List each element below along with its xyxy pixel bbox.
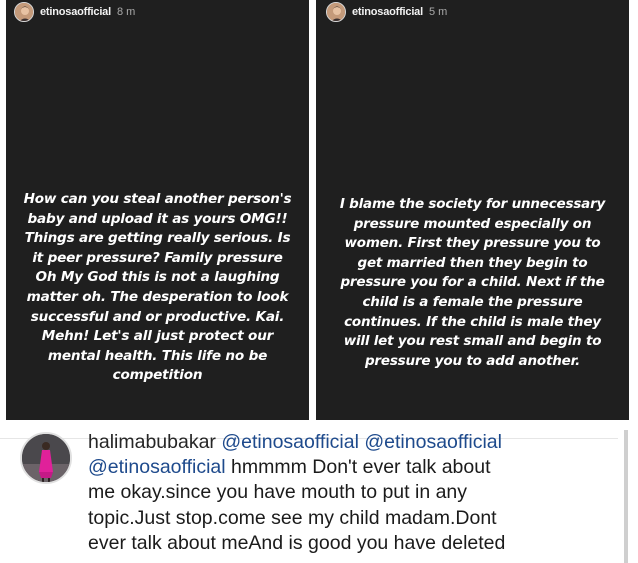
story-panel-right[interactable]: etinosaofficial 5 m I blame the society …	[316, 0, 629, 420]
story-text-line: it peer pressure? Family pressure	[32, 249, 283, 266]
story-header: etinosaofficial 5 m	[326, 2, 447, 22]
story-text: How can you steal another person's baby …	[6, 190, 309, 386]
story-text: I blame the society for unnecessary pres…	[316, 195, 629, 371]
avatar[interactable]	[20, 432, 72, 484]
story-header: etinosaofficial 8 m	[14, 2, 135, 22]
comment-line-text: hmmmm Don't ever talk about	[231, 456, 491, 479]
avatar-image-icon	[15, 3, 33, 21]
story-text-line: Things are getting really serious. Is	[24, 230, 291, 247]
story-text-line: pressure mounted especially on	[353, 215, 592, 232]
story-text-line: How can you steal another person's	[23, 191, 292, 207]
story-text-line: will let you rest small and begin to	[343, 333, 602, 350]
story-text-line: successful and or productive. Kai.	[30, 308, 285, 325]
story-text-line: continues. If the child is male they	[344, 313, 601, 330]
story-text-line: mental health. This life no be	[47, 347, 268, 364]
avatar-image-icon	[327, 3, 345, 21]
story-text-line: baby and upload it as yours OMG!!	[27, 210, 288, 227]
comment-line: @etinosaofficial hmmmm Don't ever talk a…	[88, 455, 608, 480]
avatar[interactable]	[14, 2, 34, 22]
story-timestamp: 8 m	[116, 6, 136, 18]
story-text-line: Mehn! Let's all just protect our	[41, 328, 274, 345]
comment-username[interactable]: halimabubakar	[88, 431, 216, 453]
comment-section: halimabubakar @etinosaofficial @etinosao…	[0, 420, 638, 563]
story-text-line: matter oh. The desperation to look	[26, 288, 289, 305]
story-text-line: child is a female the pressure	[362, 293, 583, 310]
story-text-line: pressure you for a child. Next if the	[340, 274, 605, 291]
story-text-line: get married then they begin to	[357, 254, 588, 271]
mention-link[interactable]: @etinosaofficial	[364, 431, 502, 453]
story-panel-left[interactable]: etinosaofficial 8 m How can you steal an…	[6, 0, 309, 420]
comment-line: topic.Just stop.come see my child madam.…	[88, 506, 497, 529]
avatar-image-icon	[22, 434, 70, 482]
story-username[interactable]: etinosaofficial	[352, 6, 423, 18]
story-text-line: Oh My God this is not a laughing	[35, 269, 280, 286]
story-text-line: women. First they pressure you to	[344, 235, 601, 252]
avatar[interactable]	[326, 2, 346, 22]
comment-line: me okay.since you have mouth to put in a…	[88, 481, 468, 504]
story-timestamp: 5 m	[428, 6, 448, 18]
comment-line: ever talk about meAnd is good you have d…	[88, 531, 506, 554]
scrollbar[interactable]	[624, 430, 628, 563]
story-text-line: I blame the society for unnecessary	[339, 196, 606, 212]
mention-link[interactable]: @etinosaofficial	[88, 456, 226, 478]
story-username[interactable]: etinosaofficial	[40, 6, 111, 18]
story-text-line: competition	[112, 367, 203, 384]
comment-line: halimabubakar @etinosaofficial @etinosao…	[88, 430, 608, 455]
comment-body: halimabubakar @etinosaofficial @etinosao…	[88, 430, 608, 556]
story-text-line: pressure you to add another.	[364, 352, 581, 369]
mention-link[interactable]: @etinosaofficial	[221, 431, 359, 453]
